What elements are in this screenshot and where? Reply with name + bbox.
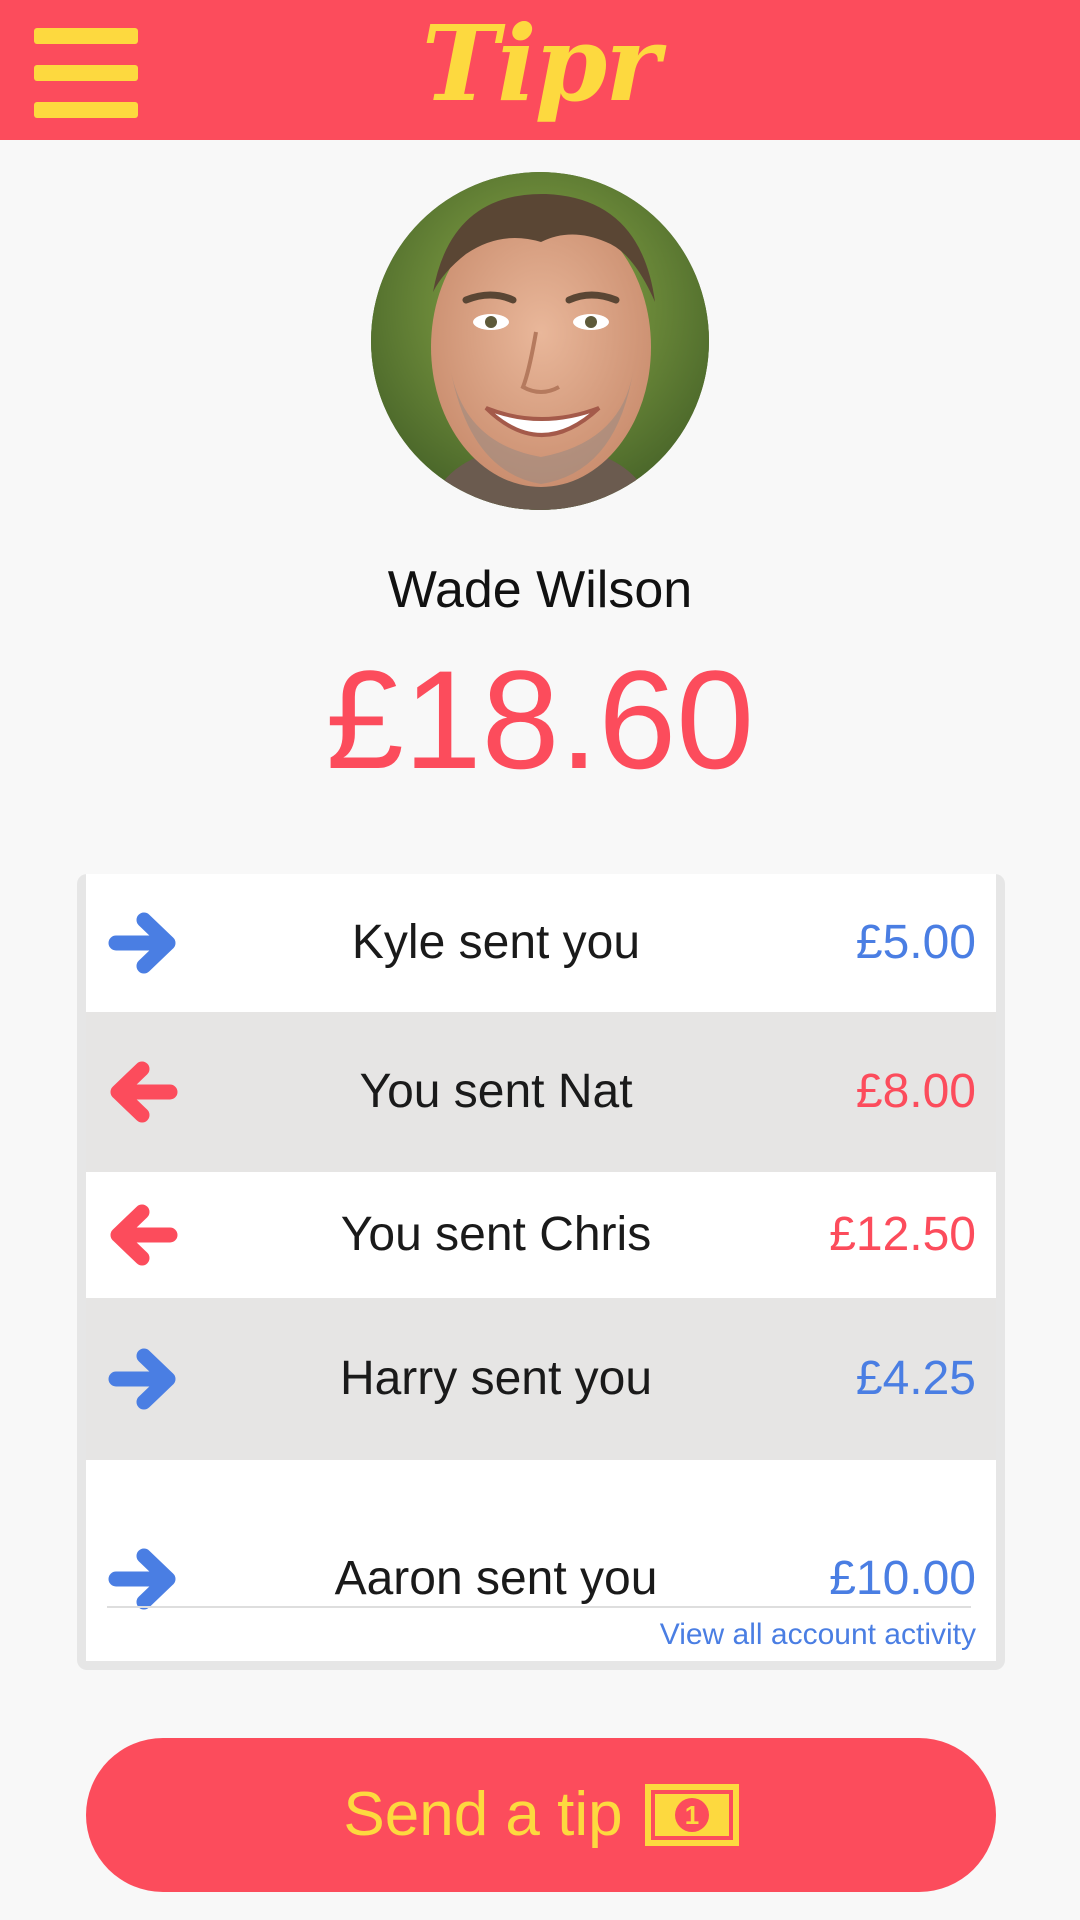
activity-label: Aaron sent you — [334, 1552, 658, 1605]
activity-divider — [107, 1606, 971, 1608]
account-balance: £18.60 — [325, 641, 755, 798]
send-tip-button[interactable]: Send a tip 1 — [86, 1738, 996, 1892]
banknote-digit: 1 — [684, 1800, 698, 1830]
app-logo: Tipr — [421, 2, 660, 125]
activity-amount: £10.00 — [829, 1552, 976, 1605]
activity-amount: £12.50 — [829, 1208, 976, 1261]
arrow-right-icon — [108, 912, 176, 974]
activity-label: Kyle sent you — [351, 916, 641, 969]
arrow-right-icon — [108, 1548, 176, 1610]
activity-label: You sent Chris — [340, 1208, 652, 1261]
profile-avatar — [371, 172, 709, 510]
activity-amount: £4.25 — [855, 1352, 976, 1405]
activity-amount: £8.00 — [855, 1065, 976, 1118]
activity-row-chris[interactable]: You sent Chris £12.50 — [86, 1172, 996, 1298]
arrow-left-icon — [110, 1061, 178, 1123]
profile-name: Wade Wilson — [387, 561, 693, 619]
arrow-right-icon — [108, 1348, 176, 1410]
activity-label: Harry sent you — [339, 1352, 653, 1405]
activity-row-harry[interactable]: Harry sent you £4.25 — [86, 1298, 996, 1460]
activity-row-kyle[interactable]: Kyle sent you £5.00 — [86, 874, 996, 1012]
send-tip-label: Send a tip — [343, 1780, 623, 1849]
app-header: Tipr — [0, 0, 1080, 140]
arrow-left-icon — [110, 1204, 178, 1266]
activity-row-nat[interactable]: You sent Nat £8.00 — [86, 1012, 996, 1172]
activity-label: You sent Nat — [359, 1065, 633, 1118]
activity-amount: £5.00 — [855, 916, 976, 969]
banknote-icon: 1 — [644, 1784, 739, 1846]
view-all-activity-link[interactable]: View all account activity — [660, 1614, 976, 1656]
activity-card: Kyle sent you £5.00 You sent Nat £8.00 Y… — [77, 874, 1005, 1670]
